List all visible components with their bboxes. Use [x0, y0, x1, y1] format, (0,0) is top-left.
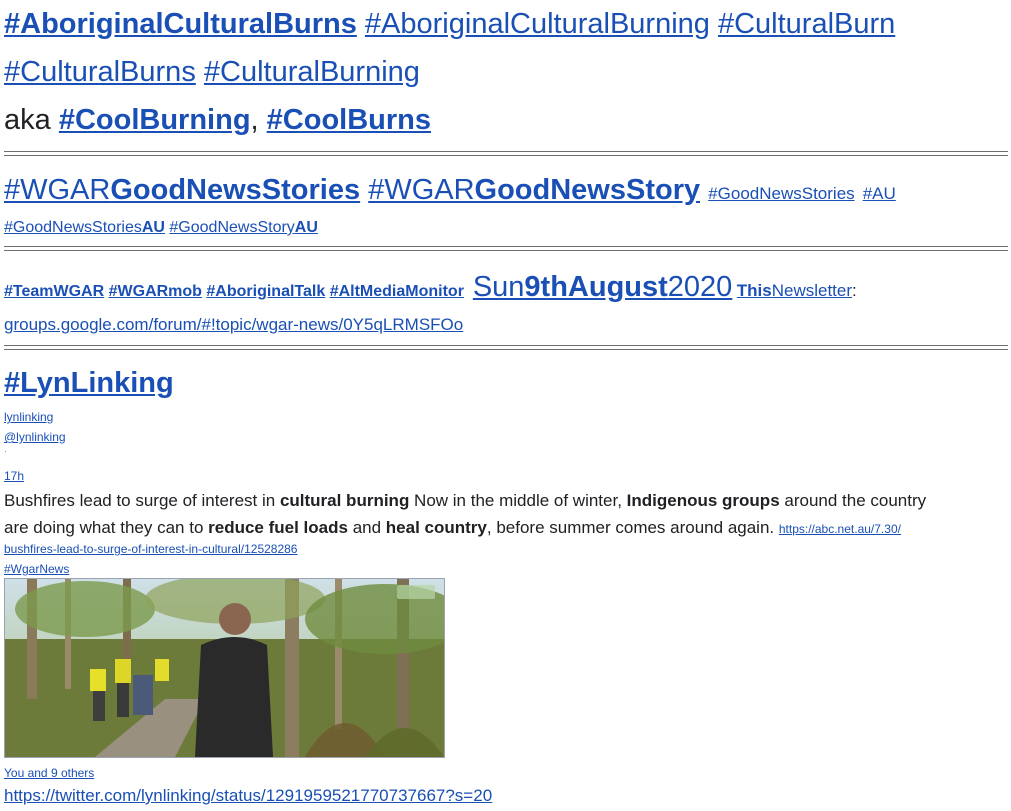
hashtag-alt-media-monitor[interactable]: #AltMediaMonitor	[330, 283, 464, 300]
tweet-status-line: https://twitter.com/lynlinking/status/12…	[4, 785, 492, 807]
tweet-text: Now in the middle of winter,	[409, 491, 627, 510]
tweet-dot: ·	[4, 447, 7, 456]
hashtag-aboriginal-talk[interactable]: #AboriginalTalk	[206, 283, 325, 300]
comma: ,	[250, 104, 259, 136]
tweet-bold: heal country	[385, 518, 487, 537]
hashtag-cultural-burns[interactable]: #CulturalBurns	[4, 56, 196, 88]
tweet-likes-link[interactable]: You and 9 others	[4, 766, 94, 780]
date-link[interactable]: Sun9thAugust2020	[473, 271, 733, 303]
date-suffix: 2020	[667, 271, 733, 303]
tweet-video-thumbnail[interactable]	[4, 578, 445, 758]
tweet-text-line-2: are doing what they can to reduce fuel l…	[4, 514, 1004, 543]
tag-bold: AU	[294, 219, 318, 236]
abc-article-link-part-1[interactable]: https://abc.net.au/7.30/	[779, 522, 901, 536]
tweet-text: and	[347, 518, 386, 537]
hashtag-cultural-burning[interactable]: #CulturalBurning	[204, 56, 420, 88]
hashtag-good-news-stories[interactable]: #GoodNewsStories	[708, 184, 854, 203]
tag-prefix: #WGAR	[4, 174, 111, 206]
aka-label: aka	[4, 104, 51, 136]
tweet-text-line-1: Bushfires lead to surge of interest in c…	[4, 487, 1004, 514]
group-link-line: groups.google.com/forum/#!topic/wgar-new…	[4, 314, 463, 336]
bush-scene-image	[5, 579, 444, 757]
tag-bold: AU	[141, 219, 165, 236]
tag-prefix: #WGAR	[368, 174, 475, 206]
tweet-time-line: 17h	[4, 468, 24, 484]
tweet-bold: Indigenous groups	[626, 491, 780, 510]
hashtag-wgar-good-news-stories[interactable]: #WGARGoodNewsStories	[4, 174, 360, 206]
newsletter-text: Newsletter	[771, 281, 853, 300]
goodnews-line-2: #GoodNewsStoriesAU #GoodNewsStoryAU	[4, 217, 318, 239]
date-bold: 9thAugust	[524, 271, 668, 303]
hashtag-team-wgar[interactable]: #TeamWGAR	[4, 283, 104, 300]
hashtag-cool-burning[interactable]: #CoolBurning	[59, 104, 251, 136]
tweet-user-link[interactable]: lynlinking	[4, 410, 53, 424]
hashtag-good-news-stories-au[interactable]: #GoodNewsStoriesAU	[4, 219, 165, 236]
abc-article-link-part-2[interactable]: bushfires-lead-to-surge-of-interest-in-c…	[4, 542, 297, 556]
header-line-1: #AboriginalCulturalBurns #AboriginalCult…	[4, 6, 895, 42]
this-bold: This	[736, 281, 772, 300]
tag-bold: GoodNewsStories	[110, 174, 361, 206]
divider-2	[4, 246, 1008, 251]
divider-3	[4, 345, 1008, 350]
tweet-link-line-2: bushfires-lead-to-surge-of-interest-in-c…	[4, 541, 297, 557]
google-group-link[interactable]: groups.google.com/forum/#!topic/wgar-new…	[4, 315, 463, 334]
hashtag-wgar-mob[interactable]: #WGARmob	[109, 283, 202, 300]
this-newsletter-link[interactable]: ThisNewsletter	[737, 281, 852, 300]
tweet-text: , before summer comes around again.	[486, 518, 779, 537]
hashtag-good-news-story-au[interactable]: #GoodNewsStoryAU	[169, 219, 318, 236]
tweet-text: around the country	[779, 491, 927, 510]
tweet-time-link[interactable]: 17h	[4, 469, 24, 483]
tweet-text: Bushfires lead to surge of interest in	[4, 491, 280, 510]
tweet-likes-line: You and 9 others	[4, 765, 94, 781]
date-prefix: Sun	[472, 271, 525, 303]
goodnews-line-1: #WGARGoodNewsStories #WGARGoodNewsStory …	[4, 172, 896, 212]
tweet-handle-link[interactable]: @lynlinking	[4, 430, 66, 444]
hashtag-cool-burns[interactable]: #CoolBurns	[267, 104, 431, 136]
colon: :	[852, 281, 857, 300]
meta-line: #TeamWGAR #WGARmob #AboriginalTalk #AltM…	[4, 268, 857, 311]
tag-prefix: #GoodNewsStory	[169, 219, 295, 236]
tweet-text: are doing what they can to	[4, 518, 209, 537]
tweet-heading-line: #LynLinking	[4, 364, 174, 402]
hashtag-wgar-news[interactable]: #WgarNews	[4, 562, 69, 576]
tweet-handle-line: @lynlinking	[4, 429, 66, 445]
divider-1	[4, 151, 1008, 156]
tweet-hashtag-line: #WgarNews	[4, 561, 69, 577]
hashtag-au[interactable]: #AU	[863, 184, 896, 203]
header-line-3: aka #CoolBurning, #CoolBurns	[4, 102, 431, 138]
tweet-bold: cultural burning	[279, 491, 410, 510]
tweet-user-line: lynlinking	[4, 409, 53, 425]
tweet-status-url[interactable]: https://twitter.com/lynlinking/status/12…	[4, 786, 492, 805]
hashtag-lyn-linking[interactable]: #LynLinking	[4, 367, 174, 399]
hashtag-aboriginal-cultural-burns[interactable]: #AboriginalCulturalBurns	[4, 8, 357, 40]
tag-prefix: #GoodNewsStories	[4, 219, 142, 236]
hashtag-wgar-good-news-story[interactable]: #WGARGoodNewsStory	[368, 174, 700, 206]
hashtag-aboriginal-cultural-burning[interactable]: #AboriginalCulturalBurning	[365, 8, 710, 40]
tweet-bold: reduce fuel loads	[208, 518, 348, 537]
hashtag-cultural-burn[interactable]: #CulturalBurn	[718, 8, 895, 40]
header-line-2: #CulturalBurns #CulturalBurning	[4, 54, 420, 90]
tag-bold: GoodNewsStory	[474, 174, 701, 206]
